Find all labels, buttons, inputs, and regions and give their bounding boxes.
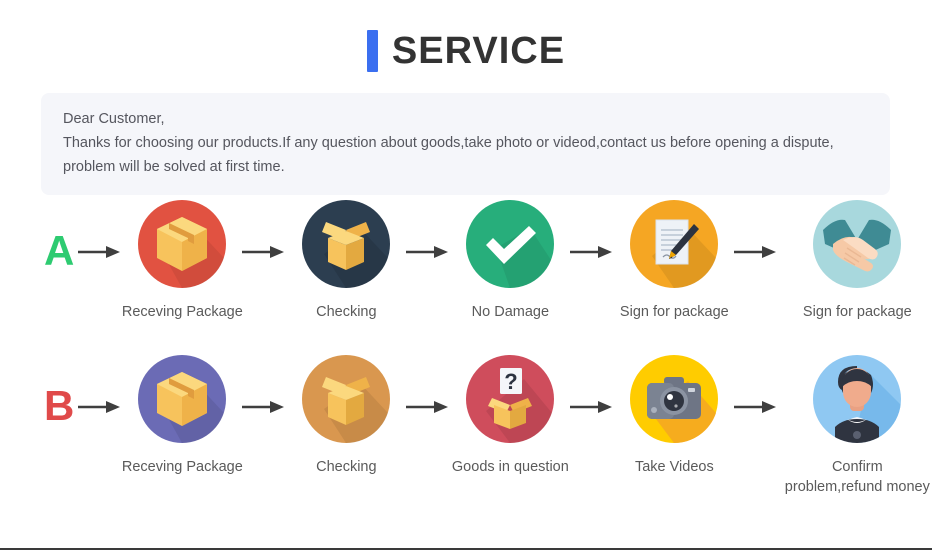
page-header: SERVICE: [0, 0, 932, 80]
arrow-right-icon: [566, 244, 618, 260]
arrow-right-icon: [730, 399, 782, 415]
flow-step-label: Goods in question: [451, 459, 569, 475]
flow-step: Confirm problem,refund money: [782, 355, 932, 497]
flow-step-label: Checking: [316, 304, 377, 320]
flow-row-a: A Receving Package Checking No Damage Si…: [0, 200, 932, 355]
flow-step-label: Confirm problem,refund money: [784, 459, 930, 495]
notice-line-1: Dear Customer,: [63, 111, 165, 127]
package-box-icon: [138, 200, 227, 288]
flow-step: Checking: [290, 355, 402, 477]
title-accent-bar: [366, 30, 378, 72]
arrow-right-icon: [566, 399, 618, 415]
flow-step-label: Sign for package: [802, 304, 912, 320]
check-mark-icon: [466, 200, 555, 288]
flow-step: Receving Package: [122, 355, 243, 477]
flow-step: No Damage: [454, 200, 566, 322]
arrow-right-icon: [402, 244, 454, 260]
flow-step-label: Sign for package: [619, 304, 729, 320]
arrow-right-icon: [238, 399, 290, 415]
notice-line-2: Thanks for choosing our products.If any …: [63, 135, 834, 151]
flow-step: Receving Package: [122, 200, 243, 322]
question-box-icon: ?: [466, 355, 555, 443]
flow-letter-b: B: [44, 382, 75, 429]
flow-step-label: Receving Package: [121, 304, 243, 320]
service-flow-rows: A Receving Package Checking No Damage Si…: [0, 200, 932, 505]
flow-step: Sign for package: [782, 200, 932, 322]
arrow-right-icon: [74, 244, 126, 260]
customer-notice-box: Dear Customer, Thanks for choosing our p…: [41, 93, 890, 195]
svg-text:?: ?: [505, 369, 518, 394]
handshake-icon: [813, 200, 902, 288]
flow-letter-a: A: [44, 227, 75, 274]
camera-icon: [630, 355, 719, 443]
notice-line-3: problem will be solved at first time.: [63, 159, 285, 175]
package-box-icon: [138, 355, 227, 443]
open-box-icon: [302, 355, 391, 443]
flow-step: Take Videos: [618, 355, 730, 477]
open-box-icon: [302, 200, 391, 288]
flow-step: ? Goods in question: [451, 355, 569, 477]
person-avatar-icon: [813, 355, 902, 443]
flow-step: Checking: [290, 200, 402, 322]
page-title: SERVICE: [391, 30, 566, 72]
arrow-right-icon: [74, 399, 126, 415]
flow-row-b: B Receving Package Checking ? Goods in q…: [0, 355, 932, 505]
arrow-right-icon: [730, 244, 782, 260]
flow-step-label: Receving Package: [121, 459, 243, 475]
flow-step-label: No Damage: [471, 304, 550, 320]
document-pen-icon: [630, 200, 719, 288]
flow-step-label: Take Videos: [634, 459, 714, 475]
flow-step-label: Checking: [316, 459, 377, 475]
flow-step: Sign for package: [618, 200, 730, 322]
arrow-right-icon: [238, 244, 290, 260]
arrow-right-icon: [402, 399, 454, 415]
